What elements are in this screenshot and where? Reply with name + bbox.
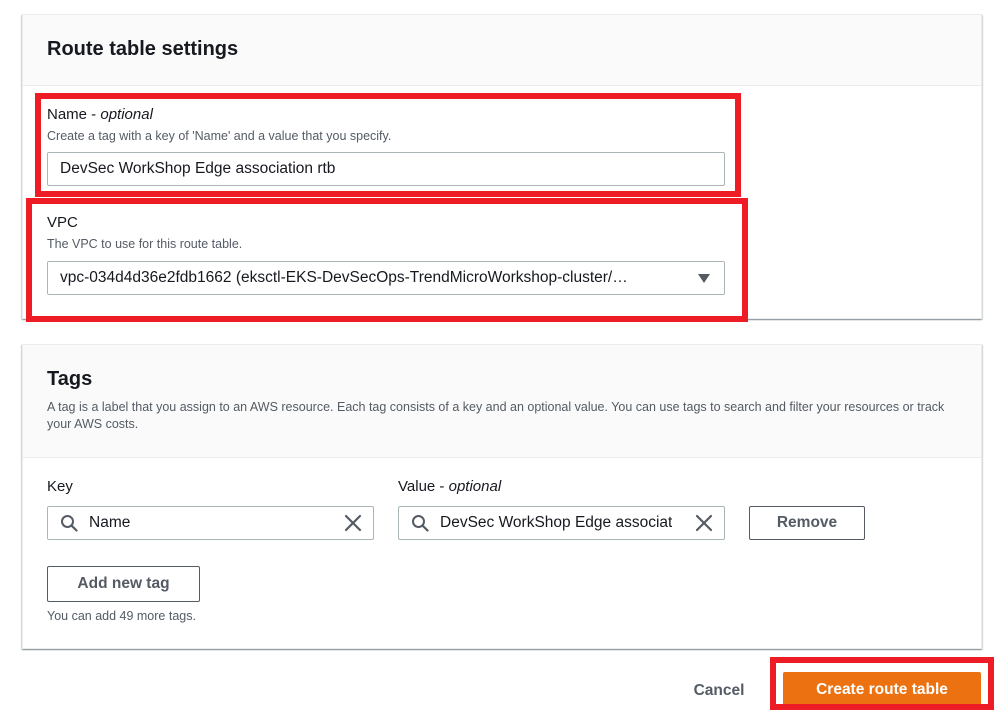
- tags-description: A tag is a label that you assign to an A…: [47, 400, 945, 431]
- tags-header: Tags A tag is a label that you assign to…: [23, 345, 981, 458]
- caret-down-icon: [698, 274, 710, 283]
- route-table-settings-title: Route table settings: [47, 38, 239, 60]
- close-icon[interactable]: [695, 514, 713, 532]
- name-input[interactable]: DevSec WorkShop Edge association rtb: [47, 152, 725, 186]
- tag-key-input[interactable]: Name: [47, 506, 374, 540]
- create-route-table-button[interactable]: Create route table: [783, 672, 981, 708]
- tag-value-value: DevSec WorkShop Edge associat: [440, 514, 673, 531]
- tag-value-label-text: Value: [398, 478, 436, 495]
- cancel-button[interactable]: Cancel: [676, 678, 762, 704]
- vpc-select-value: vpc-034d4d36e2fdb1662 (eksctl-EKS-DevSec…: [60, 269, 628, 286]
- search-icon: [61, 515, 78, 532]
- route-table-settings-header: Route table settings: [23, 15, 981, 86]
- tags-panel: Tags A tag is a label that you assign to…: [22, 344, 982, 649]
- name-field-label: Name - optional: [47, 106, 153, 123]
- name-label-optional: optional: [100, 106, 153, 123]
- tag-key-label: Key: [47, 478, 73, 495]
- name-label-text: Name: [47, 106, 88, 123]
- close-icon[interactable]: [344, 514, 362, 532]
- vpc-field-label: VPC: [47, 214, 78, 231]
- add-new-tag-button[interactable]: Add new tag: [47, 566, 200, 602]
- tag-value-label-optional: optional: [448, 478, 502, 495]
- tags-title: Tags: [47, 368, 93, 390]
- tag-value-label: Value - optional: [398, 478, 502, 495]
- name-field-description: Create a tag with a key of 'Name' and a …: [47, 129, 392, 143]
- tag-key-value: Name: [89, 514, 131, 531]
- tags-limit-text: You can add 49 more tags.: [47, 609, 196, 623]
- vpc-field-description: The VPC to use for this route table.: [47, 237, 243, 251]
- route-table-settings-panel: Route table settings Name - optional Cre…: [22, 14, 982, 319]
- search-icon: [412, 515, 429, 532]
- tag-value-input[interactable]: DevSec WorkShop Edge associat: [398, 506, 725, 540]
- remove-tag-button[interactable]: Remove: [749, 506, 865, 540]
- vpc-select[interactable]: vpc-034d4d36e2fdb1662 (eksctl-EKS-DevSec…: [47, 261, 725, 295]
- name-input-value: DevSec WorkShop Edge association rtb: [60, 160, 336, 177]
